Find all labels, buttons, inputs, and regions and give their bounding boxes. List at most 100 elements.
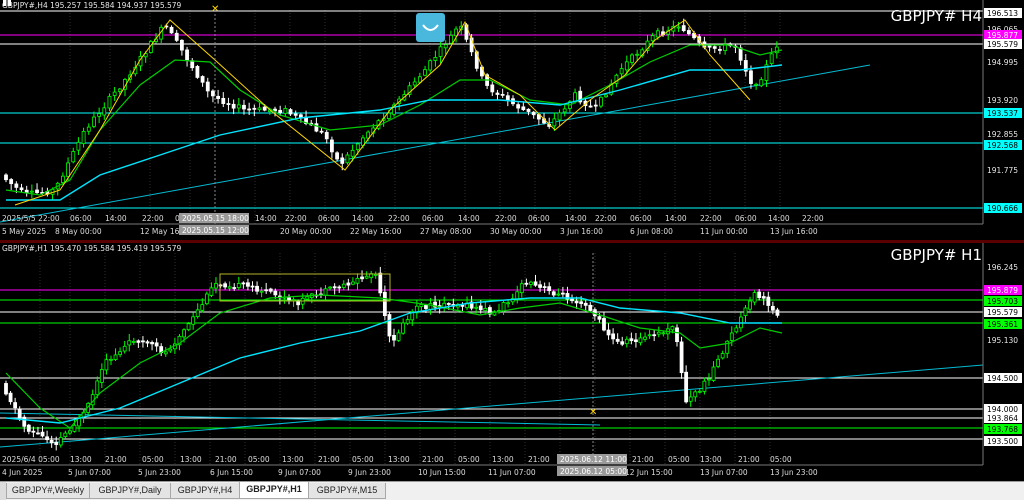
candle-body	[360, 276, 364, 280]
price-box-label: 195.361	[987, 320, 1018, 329]
hour-label: 21:00	[105, 455, 127, 464]
candle-body	[226, 103, 231, 105]
candle-body	[521, 106, 526, 110]
candle-body	[255, 285, 259, 292]
candle-body	[9, 179, 14, 185]
tab-h1[interactable]: GBPJPY#,H1	[239, 482, 309, 499]
hour-label: 05:00	[770, 455, 792, 464]
crosshair-time-label: 2025.05.15 12:00	[182, 226, 249, 235]
candle-body	[656, 331, 661, 335]
candle-body	[604, 94, 609, 98]
candle-body	[262, 106, 267, 111]
candle-body	[738, 47, 743, 61]
candle-body	[720, 353, 725, 359]
candle-body	[679, 341, 684, 374]
candle-body	[223, 283, 228, 288]
crosshair-time-label: 2025.06.12 11:00	[560, 455, 627, 464]
candle-body	[483, 307, 488, 312]
candle-body	[351, 281, 355, 285]
candle-body	[712, 46, 717, 49]
candle-body	[287, 297, 291, 301]
candle-body	[551, 291, 556, 296]
candle-body	[611, 333, 616, 340]
candle-body	[154, 342, 159, 347]
candle-body	[684, 371, 689, 403]
candle-body	[373, 274, 378, 276]
candle-body	[328, 286, 332, 289]
candle-body	[619, 68, 624, 75]
candle-body	[186, 323, 191, 331]
chart-pane-h4[interactable]: ✕196.513196.065195.579194.995193.920192.…	[0, 0, 1024, 240]
hour-label: 22:00	[285, 214, 307, 223]
indicator-logo-icon[interactable]	[416, 13, 445, 42]
pane-splitter-handle-icon[interactable]	[0, 0, 14, 8]
ohlc-readout: GBPJPY#,H4 195.257 195.584 194.937 195.5…	[2, 1, 182, 10]
candle-body	[515, 291, 520, 300]
candle-body	[428, 60, 433, 71]
hour-label: 13:00	[180, 455, 202, 464]
date-label: 3 Jun 16:00	[560, 227, 603, 236]
candle-body	[209, 287, 214, 296]
candle-body	[35, 189, 39, 194]
tab-h4[interactable]: GBPJPY#,H4	[170, 483, 240, 499]
candle-body	[71, 151, 76, 163]
candle-body	[31, 430, 36, 433]
price-tick-label: 192.855	[987, 130, 1018, 139]
candle-body	[630, 54, 634, 63]
chart-pane-h1[interactable]: ✕196.245195.579195.130194.500194.000193.…	[0, 243, 1024, 481]
candle-body	[66, 162, 70, 177]
h1-chart-canvas[interactable]: ✕196.245195.579195.130194.500194.000193.…	[0, 243, 1024, 481]
h4-chart-canvas[interactable]: ✕196.513196.065195.579194.995193.920192.…	[0, 0, 1024, 240]
candle-body	[734, 327, 739, 333]
candle-body	[221, 98, 226, 104]
candle-body	[131, 341, 136, 343]
candle-body	[655, 30, 660, 38]
candle-body	[547, 286, 552, 292]
candle-body	[560, 292, 565, 295]
crosshair-time-label: 2025.06.12 05:00	[560, 467, 627, 476]
candle-body	[19, 187, 24, 191]
hour-label: 21:00	[318, 455, 340, 464]
candle-body	[190, 60, 195, 69]
tab-m15[interactable]: GBPJPY#,M15	[308, 483, 386, 499]
date-label: 13 Jun 23:00	[770, 468, 818, 477]
candle-body	[36, 432, 40, 435]
tab-weekly[interactable]: GBPJPY#,Weekly	[6, 483, 90, 499]
candle-body	[168, 348, 173, 352]
candle-body	[14, 183, 19, 188]
candle-body	[185, 49, 189, 61]
candle-body	[200, 304, 205, 311]
candle-body	[330, 139, 334, 153]
candle-body	[412, 81, 417, 86]
candle-body	[117, 88, 122, 92]
date-label: 6 Jun 15:00	[210, 468, 253, 477]
candle-body	[8, 392, 13, 403]
candle-body	[68, 430, 72, 434]
candle-body	[216, 95, 221, 99]
candle-body	[145, 341, 150, 344]
price-tick-label: 195.130	[987, 336, 1018, 345]
candle-body	[241, 282, 246, 285]
candle-body	[109, 358, 113, 361]
price-tick-label: 194.995	[987, 58, 1018, 67]
candle-body	[769, 53, 774, 65]
candle-body	[495, 92, 500, 95]
hour-label: 21:00	[738, 455, 760, 464]
candle-body	[26, 424, 31, 432]
candle-body	[205, 81, 210, 92]
candle-body	[597, 316, 602, 320]
tab-daily[interactable]: GBPJPY#,Daily	[89, 483, 171, 499]
moving-average-fast	[5, 44, 783, 196]
candle-body	[675, 327, 679, 342]
hour-label: 14:00	[255, 214, 277, 223]
candle-body	[341, 283, 346, 288]
date-label: 13 Jun 07:00	[700, 468, 748, 477]
star-marker-icon: ✕	[211, 4, 219, 15]
candle-body	[516, 104, 521, 109]
candle-body	[236, 283, 241, 288]
hour-label: 13:00	[492, 455, 514, 464]
hour-label: 22:00	[142, 214, 164, 223]
trend-line	[0, 364, 984, 448]
hour-label: 05:00	[142, 455, 164, 464]
hour-label: 14:00	[458, 214, 480, 223]
